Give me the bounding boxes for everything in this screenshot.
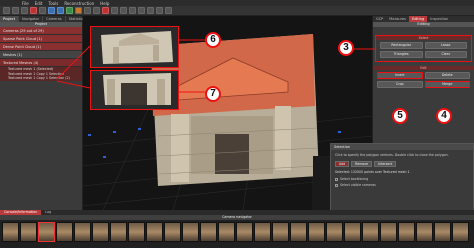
menu-help[interactable]: Help	[100, 1, 109, 6]
badge-3-leader	[352, 48, 376, 50]
camera-thumbnail[interactable]	[218, 222, 235, 242]
badge-5: 5	[392, 108, 408, 124]
sparse-icon[interactable]	[48, 7, 55, 14]
lasso-select-button[interactable]: Lasso	[424, 42, 467, 49]
visible-cameras-checkbox[interactable]: Select visible cameras	[331, 182, 473, 188]
tab-project[interactable]: Project	[0, 16, 19, 22]
camera-thumbnail[interactable]	[434, 222, 451, 242]
new-project-icon[interactable]	[3, 7, 10, 14]
view-top-icon[interactable]	[111, 7, 118, 14]
settings-icon[interactable]	[165, 7, 172, 14]
badge-4: 4	[436, 108, 452, 124]
tree-item-sparse[interactable]: Sparse Point Cloud (1)	[0, 35, 82, 43]
tree-item-cameras[interactable]: Cameras (29 out of 29)	[0, 27, 82, 35]
tab-inspection[interactable]: Inspection	[427, 16, 451, 22]
badge-leader-lines	[179, 39, 206, 93]
checkbox-box[interactable]	[335, 183, 338, 187]
camera-thumbnail[interactable]	[236, 222, 253, 242]
inset-7-render	[103, 73, 171, 105]
delete-button[interactable]: Delete	[424, 72, 470, 79]
import-icon[interactable]	[30, 7, 37, 14]
add-mode-button[interactable]: Add	[335, 161, 350, 167]
save-icon[interactable]	[21, 7, 28, 14]
tab-measures[interactable]: Measures	[386, 16, 409, 22]
camera-thumbnail[interactable]	[74, 222, 91, 242]
camera-icon[interactable]	[39, 7, 46, 14]
dense-icon[interactable]	[57, 7, 64, 14]
camera-thumbnail[interactable]	[308, 222, 325, 242]
camera-thumbnail[interactable]	[20, 222, 37, 242]
menu-file[interactable]: File	[22, 1, 29, 6]
camera-thumbnail[interactable]	[200, 222, 217, 242]
grid-icon[interactable]	[138, 7, 145, 14]
view-front-icon[interactable]	[120, 7, 127, 14]
dialog-description: Click to specify the polygon vertices. D…	[335, 153, 449, 157]
callout-connectors	[56, 45, 91, 89]
rect-select-button[interactable]: Rectangular	[380, 42, 423, 49]
clear-select-button[interactable]: Clear	[424, 51, 467, 58]
camera-thumbnail[interactable]	[362, 222, 379, 242]
camera-thumbnail[interactable]	[164, 222, 181, 242]
invert-button[interactable]: Invert	[377, 72, 423, 79]
checkbox-box[interactable]	[335, 177, 338, 181]
crop-button[interactable]: Crop	[377, 81, 423, 88]
camera-thumbnail[interactable]	[254, 222, 271, 242]
merge-button[interactable]: Merge	[424, 81, 470, 88]
tab-gcp[interactable]: GCP	[373, 16, 386, 22]
open-icon[interactable]	[12, 7, 19, 14]
camera-thumbnail[interactable]	[344, 222, 361, 242]
callout-inset-6	[90, 26, 179, 68]
camera-thumbnail[interactable]	[398, 222, 415, 242]
camera-thumbnail[interactable]	[2, 222, 19, 242]
callout-inset-7	[90, 70, 179, 110]
texture-icon[interactable]	[75, 7, 82, 14]
axes-icon[interactable]	[147, 7, 154, 14]
view-side-icon[interactable]	[129, 7, 136, 14]
camera-thumbnail[interactable]	[380, 222, 397, 242]
selection-status: Selected: 132000 points over Textured me…	[335, 170, 410, 174]
camera-thumbnail[interactable]	[326, 222, 343, 242]
remove-mode-button[interactable]: Remove	[351, 161, 373, 167]
camera-thumbnail[interactable]	[92, 222, 109, 242]
ortho-icon[interactable]	[84, 7, 91, 14]
camera-thumbnail[interactable]	[110, 222, 127, 242]
inset-6-render	[101, 31, 173, 64]
camera-thumbnail[interactable]	[56, 222, 73, 242]
camera-thumbnail[interactable]	[416, 222, 433, 242]
selection-dialog: Selection Click to specify the polygon v…	[330, 143, 474, 213]
camera-thumbnail[interactable]	[452, 222, 469, 242]
camera-thumbnail[interactable]	[290, 222, 307, 242]
intersect-mode-button[interactable]: Intersect	[374, 161, 397, 167]
select-tools-group: Select Rectangular Lasso Triangles Clear	[375, 35, 472, 62]
camera-thumbnail[interactable]	[128, 222, 145, 242]
measure-icon[interactable]	[156, 7, 163, 14]
camera-thumbnail[interactable]	[272, 222, 289, 242]
camera-filmstrip	[0, 220, 474, 248]
menu-tools[interactable]: Tools	[48, 1, 58, 6]
dem-icon[interactable]	[93, 7, 100, 14]
menu-reconstruction[interactable]: Reconstruction	[64, 1, 94, 6]
menu-edit[interactable]: Edit	[35, 1, 43, 6]
camera-thumbnail[interactable]	[146, 222, 163, 242]
mesh-icon[interactable]	[66, 7, 73, 14]
backfacing-label: Select backfacing	[340, 177, 369, 181]
camera-thumbnail[interactable]	[38, 222, 55, 242]
run-icon[interactable]	[102, 7, 109, 14]
visible-cameras-label: Select visible cameras	[340, 183, 376, 187]
triangles-select-button[interactable]: Triangles	[380, 51, 423, 58]
camera-thumbnail[interactable]	[182, 222, 199, 242]
toolbar	[0, 6, 474, 16]
